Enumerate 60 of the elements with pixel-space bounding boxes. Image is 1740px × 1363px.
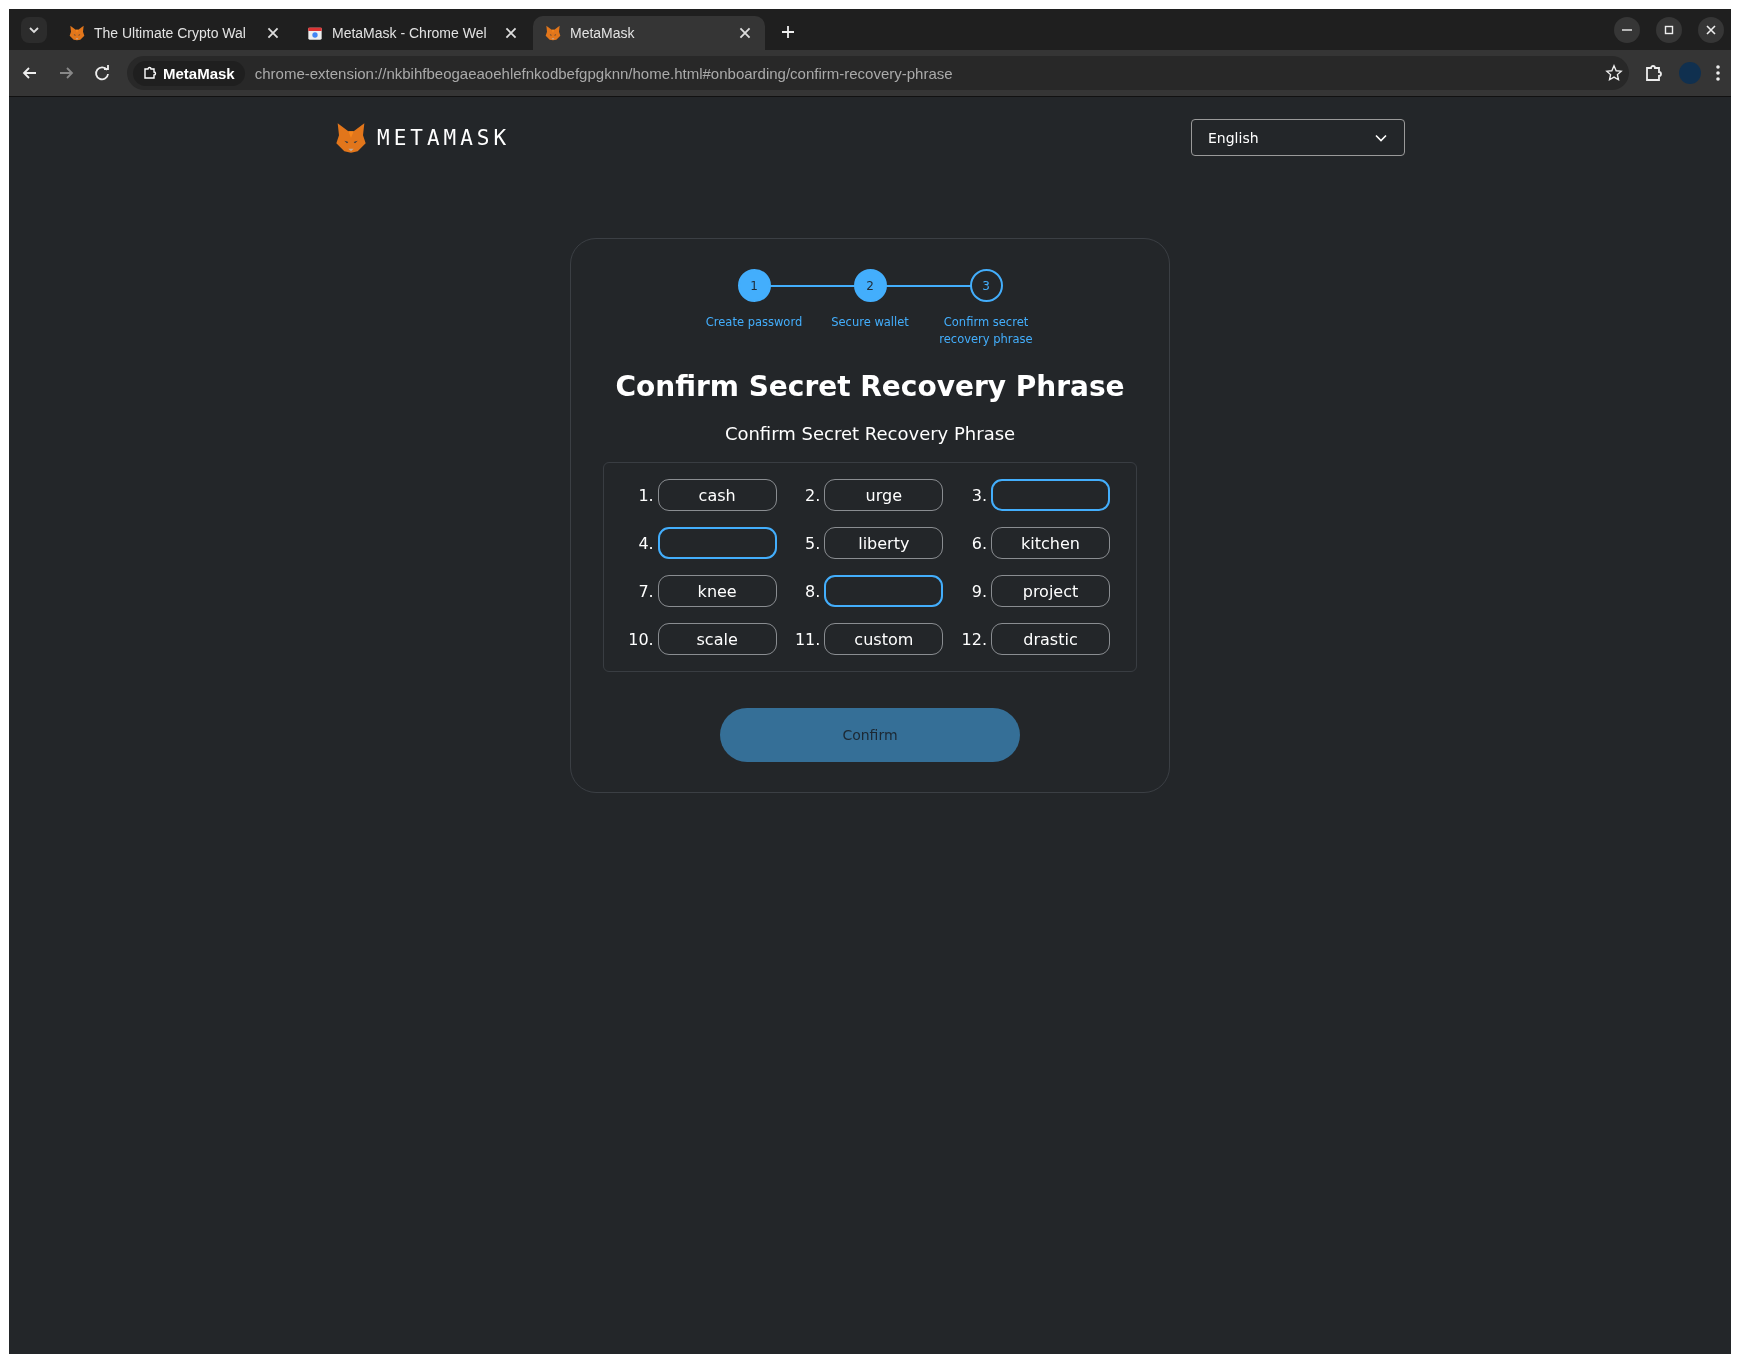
puzzle-icon[interactable] [1643,62,1665,84]
site-name: MetaMask [163,64,235,82]
word-number: 1. [638,485,654,505]
word-number: 7. [638,581,654,601]
word-number: 6. [971,533,987,553]
fox-icon [545,25,561,41]
word-chip: urge [824,479,944,511]
maximize-button[interactable] [1656,17,1682,43]
word-chip: liberty [824,527,944,559]
close-button[interactable] [1698,17,1724,43]
fox-icon [69,25,85,41]
word-chip: drastic [991,623,1110,655]
site-chip[interactable]: MetaMask [133,60,245,86]
word-input-field[interactable] [657,527,777,559]
browser-tab[interactable]: The Ultimate Crypto Wal [57,16,293,50]
word-number: 9. [971,581,987,601]
word-number: 11. [794,629,821,649]
word-number: 2. [805,485,821,505]
close-icon[interactable] [737,25,753,41]
word-chip: project [991,575,1110,607]
word-number: 4. [638,533,654,553]
word-chip: cash [657,479,777,511]
step-label: Secure wallet [830,314,910,331]
close-icon[interactable] [265,25,281,41]
word-chip: knee [657,575,777,607]
word-chip: scale [657,623,777,655]
minimize-icon [1622,29,1632,31]
close-icon[interactable] [503,25,519,41]
fox-logo-icon [335,121,367,154]
step-circle: 3 [969,269,1003,302]
step-label: Confirm secret recovery phrase [938,314,1034,348]
word-number: 5. [805,533,821,553]
word-chip: custom [824,623,944,655]
address-bar[interactable]: MetaMask chrome-extension://nkbihfbeogaeaoehlefnkodbefgpgknn/home.html#onboarding/confirm-recovery-phrase [127,56,1629,90]
url-text: chrome-extension://nkbihfbeogaeaoehlefnkodbefgpgknn/home.html#onboarding/confirm-recovery-phrase [254,64,954,82]
chevron-down-icon [28,24,40,36]
word-number: 12. [961,629,987,649]
word-input-field[interactable] [824,575,944,607]
subtitle: Confirm Secret Recovery Phrase [724,423,1016,444]
puzzle-icon [143,66,157,80]
language-dropdown[interactable]: English [1191,119,1405,156]
word-chip: kitchen [991,527,1110,559]
step-circle: 2 [853,269,887,302]
step-label: Create password [704,314,804,331]
more-options-icon[interactable] [1715,63,1721,83]
word-number: 3. [971,485,987,505]
browser-tab[interactable]: MetaMask - Chrome Wel [295,16,531,50]
word-number: 10. [628,629,654,649]
word-number: 8. [805,581,821,601]
page-title: Confirm Secret Recovery Phrase [615,370,1125,403]
word-input-field[interactable] [991,479,1110,511]
star-icon[interactable] [1605,64,1623,82]
tab-search-button[interactable] [21,17,47,43]
maximize-icon [1662,23,1676,37]
brand-name: METAMASK [377,125,511,150]
step-circle: 1 [737,269,771,302]
browser-tab[interactable]: MetaMask [533,16,765,50]
minimize-button[interactable] [1614,17,1640,43]
close-icon [1704,23,1718,37]
store-icon [307,25,323,41]
